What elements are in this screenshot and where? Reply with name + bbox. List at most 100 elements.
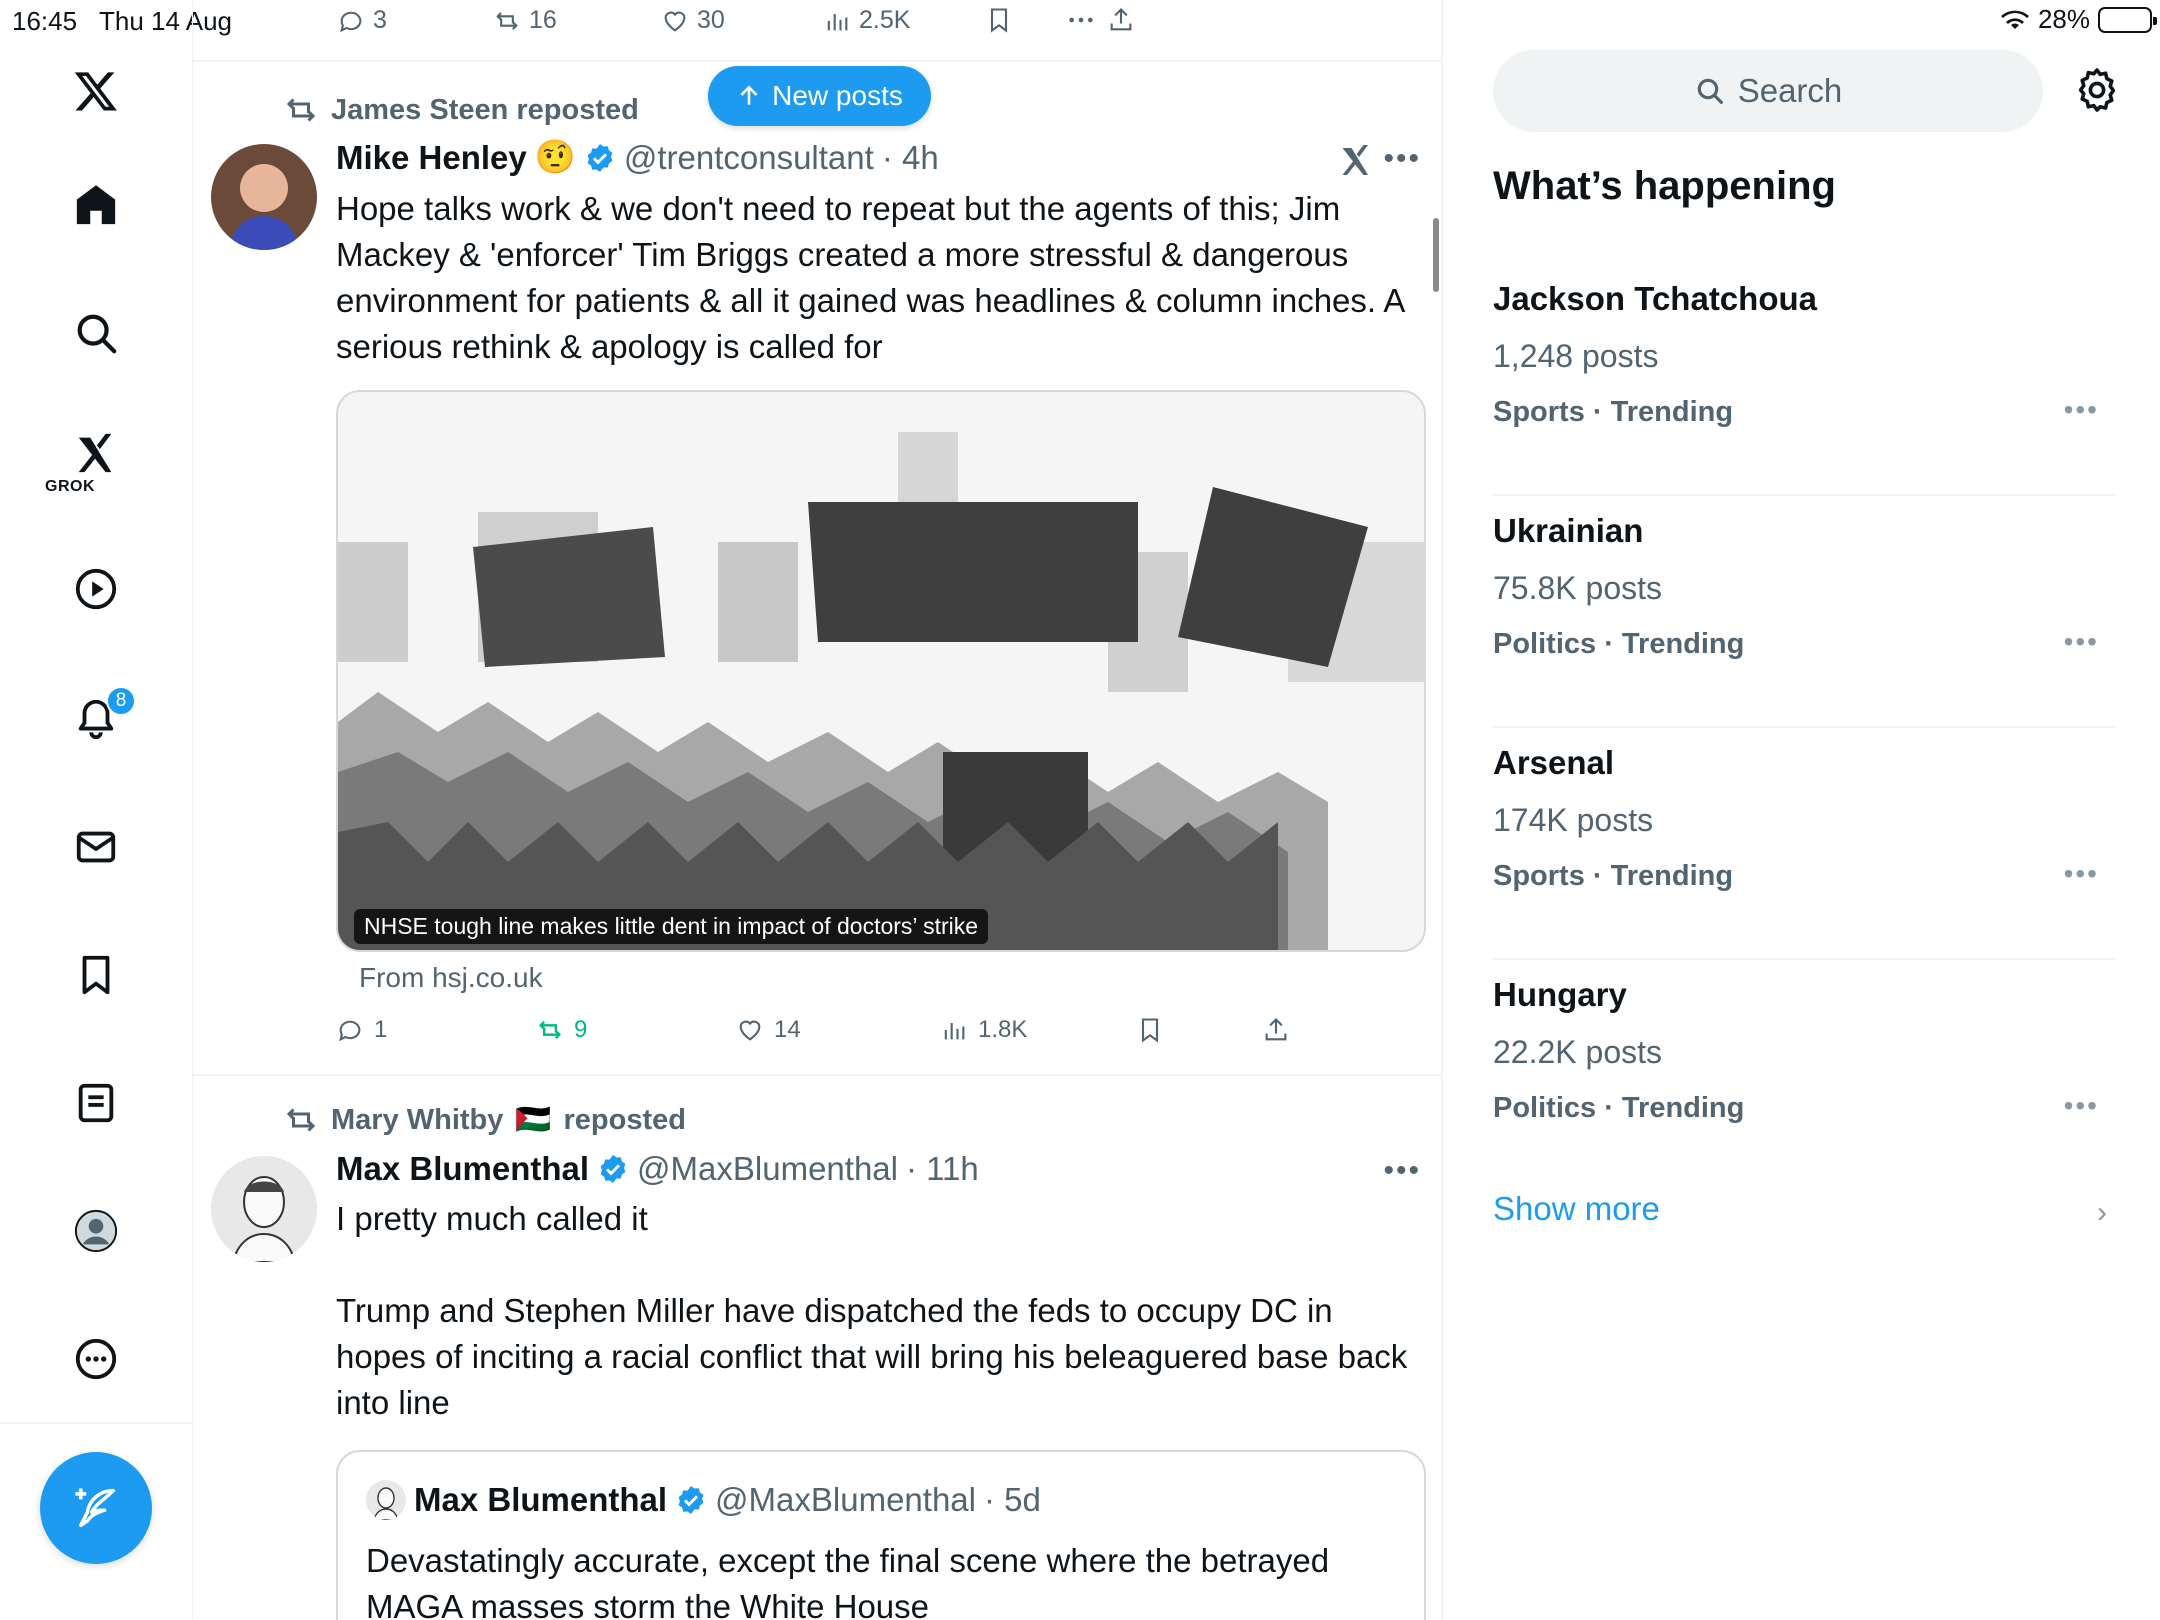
more-options-icon[interactable]: ••• xyxy=(1383,1154,1421,1188)
trend-name: Arsenal xyxy=(1493,744,1615,781)
share-action[interactable] xyxy=(1107,6,1135,34)
arrow-up-icon xyxy=(740,85,758,105)
author-handle[interactable]: @trentconsultant xyxy=(624,139,874,177)
author-name[interactable]: Mike Henley xyxy=(336,139,527,177)
grok-icon[interactable] xyxy=(71,428,121,478)
chevron-right-icon[interactable]: › xyxy=(2097,1196,2107,1230)
more-options-icon[interactable]: ••• xyxy=(1383,142,1421,176)
settings-gear-icon[interactable] xyxy=(2073,66,2121,114)
ellipsis-icon xyxy=(1069,17,1093,23)
video-icon[interactable] xyxy=(71,564,121,614)
verified-badge-icon xyxy=(587,143,613,172)
trend-item[interactable]: Jackson Tchatchoua 1,248 posts Sports · … xyxy=(1493,264,2115,496)
show-more-link[interactable]: Show more xyxy=(1493,1190,1660,1228)
views-button[interactable]: 1.8K xyxy=(940,1016,1027,1044)
grok-label: GROK xyxy=(45,478,95,495)
trend-name: Jackson Tchatchoua xyxy=(1493,280,1817,317)
post[interactable]: Mary Whitby 🇵🇸 reposted Max Blumenthal @… xyxy=(193,1076,1441,1620)
author-row: Mike Henley 🤨 @trentconsultant · 4h xyxy=(336,138,939,177)
trend-category: Sports · Trending xyxy=(1493,396,1734,428)
repost-action[interactable]: 16 xyxy=(493,6,557,35)
right-sidebar: Search What’s happening Jackson Tchatcho… xyxy=(1445,0,2160,1620)
bookmark-icon xyxy=(1141,1018,1159,1043)
messages-mail-icon[interactable] xyxy=(71,822,121,872)
card-source[interactable]: From hsj.co.uk xyxy=(359,962,543,994)
avatar[interactable] xyxy=(211,144,317,250)
post[interactable]: James Steen reposted Mike Henley 🤨 @tren… xyxy=(193,62,1441,1076)
feed-scrollbar[interactable] xyxy=(1433,218,1439,292)
reply-count: 3 xyxy=(373,6,387,34)
repost-indicator: James Steen reposted xyxy=(283,92,639,128)
flag-emoji: 🇵🇸 xyxy=(515,1104,552,1136)
new-posts-label: New posts xyxy=(772,80,903,111)
trend-more-icon[interactable]: ••• xyxy=(2064,626,2099,658)
previous-post-action-bar: 3 16 30 2.5K xyxy=(193,0,1441,62)
trend-item[interactable]: Arsenal 174K posts Sports · Trending ••• xyxy=(1493,728,2115,960)
reply-icon xyxy=(339,1020,361,1042)
reposted-suffix: reposted xyxy=(563,1103,686,1136)
x-logo-icon[interactable] xyxy=(71,66,121,116)
bookmark-action[interactable] xyxy=(985,6,1013,34)
quoted-post-text: Devastatingly accurate, except the final… xyxy=(366,1542,1330,1620)
bookmarks-icon[interactable] xyxy=(71,950,121,1000)
author-emoji: 🤨 xyxy=(534,138,576,175)
bookmark-button[interactable] xyxy=(1136,1016,1164,1044)
author-name[interactable]: Max Blumenthal xyxy=(336,1150,589,1188)
quoted-author-name[interactable]: Max Blumenthal xyxy=(414,1481,667,1519)
trend-category: Sports · Trending xyxy=(1493,860,1734,892)
reposted-by[interactable]: James Steen reposted xyxy=(331,94,639,127)
reposted-by[interactable]: Mary Whitby xyxy=(331,1104,503,1137)
heart-icon xyxy=(664,11,686,32)
compose-button[interactable] xyxy=(40,1452,152,1564)
notifications-badge: 8 xyxy=(106,686,136,716)
trend-more-icon[interactable]: ••• xyxy=(2064,1090,2099,1122)
more-options-icon[interactable] xyxy=(71,1334,121,1384)
post-text: I pretty much called it Trump and Stephe… xyxy=(336,1200,1408,1421)
reply-count: 1 xyxy=(374,1016,388,1043)
trend-name: Hungary xyxy=(1493,976,1627,1013)
lists-icon[interactable] xyxy=(71,1078,121,1128)
views-action[interactable]: 2.5K xyxy=(823,6,910,35)
repost-icon xyxy=(286,1108,316,1132)
author-row: Max Blumenthal @MaxBlumenthal · 11h xyxy=(336,1150,979,1188)
reply-icon xyxy=(340,11,362,32)
share-button[interactable] xyxy=(1262,1016,1290,1044)
views-chart-icon xyxy=(944,1023,965,1040)
search-input[interactable]: Search xyxy=(1493,50,2043,132)
home-icon[interactable] xyxy=(71,180,121,230)
profile-avatar-icon[interactable] xyxy=(71,1206,121,1256)
like-count: 30 xyxy=(697,6,725,34)
more-action[interactable] xyxy=(1059,6,1103,34)
reply-button[interactable]: 1 xyxy=(336,1016,387,1044)
like-button[interactable]: 14 xyxy=(736,1016,801,1044)
search-placeholder: Search xyxy=(1737,72,1843,109)
reply-action[interactable]: 3 xyxy=(337,6,387,35)
quoted-post-time[interactable]: · 5d xyxy=(984,1481,1041,1519)
repost-button[interactable]: 9 xyxy=(536,1016,587,1044)
repost-count: 9 xyxy=(574,1016,588,1043)
verified-badge-icon xyxy=(678,1486,704,1514)
trend-item[interactable]: Hungary 22.2K posts Politics · Trending … xyxy=(1493,960,2115,1192)
grok-icon[interactable] xyxy=(1338,142,1374,183)
explore-search-icon[interactable] xyxy=(71,308,121,358)
like-action[interactable]: 30 xyxy=(661,6,725,35)
avatar[interactable] xyxy=(211,1156,317,1262)
card-image-protest-crowd xyxy=(338,392,1424,950)
repost-count: 16 xyxy=(529,6,557,34)
post-time[interactable]: · 4h xyxy=(882,139,939,177)
home-feed: 3 16 30 2.5K New posts James Steen repos… xyxy=(193,0,1443,1620)
repost-icon xyxy=(496,11,518,30)
quoted-author-handle[interactable]: @MaxBlumenthal xyxy=(715,1481,976,1519)
author-handle[interactable]: @MaxBlumenthal xyxy=(637,1150,898,1188)
quoted-post[interactable]: Max Blumenthal @MaxBlumenthal · 5d Devas… xyxy=(336,1450,1426,1620)
trend-name: Ukrainian xyxy=(1493,512,1644,549)
card-caption: NHSE tough line makes little dent in imp… xyxy=(354,909,989,944)
post-time[interactable]: · 11h xyxy=(906,1150,979,1188)
views-count: 2.5K xyxy=(859,6,911,34)
trend-more-icon[interactable]: ••• xyxy=(2064,394,2099,426)
trend-more-icon[interactable]: ••• xyxy=(2064,858,2099,890)
quoted-avatar[interactable] xyxy=(366,1480,406,1520)
new-posts-button[interactable]: New posts xyxy=(708,66,931,126)
link-card[interactable]: NHSE tough line makes little dent in imp… xyxy=(336,390,1426,952)
trend-item[interactable]: Ukrainian 75.8K posts Politics · Trendin… xyxy=(1493,496,2115,728)
